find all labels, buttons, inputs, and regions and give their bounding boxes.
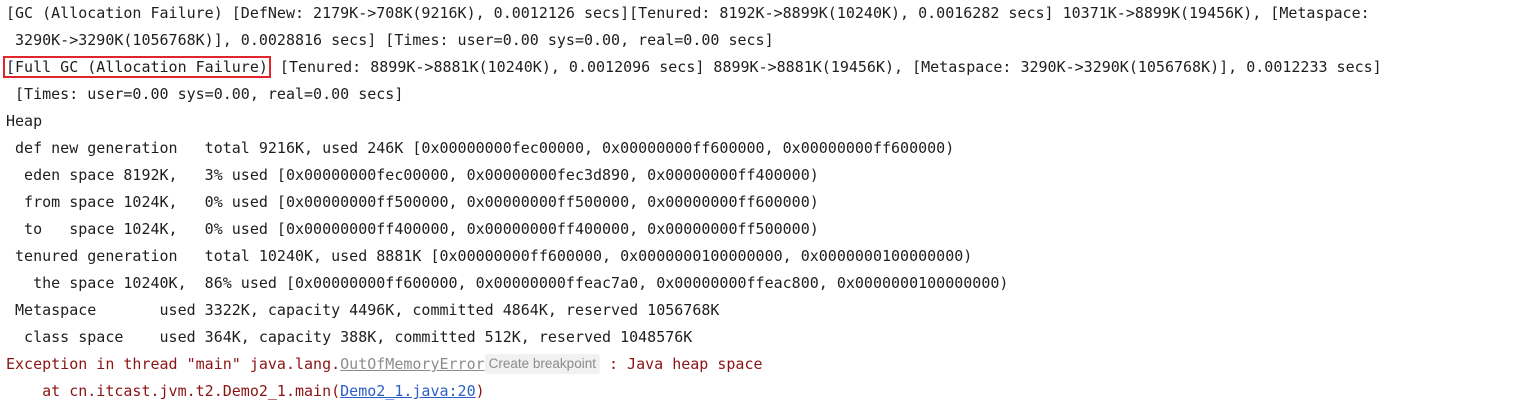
exception-prefix: Exception in thread "main" java.lang.	[6, 355, 341, 373]
source-file-link[interactable]: Demo2_1.java:20	[340, 382, 475, 400]
full-gc-log-line: [Full GC (Allocation Failure) [Tenured: …	[3, 54, 1537, 81]
tenured-space-line: the space 10240K, 86% used [0x00000000ff…	[6, 274, 1009, 292]
exception-suffix: : Java heap space	[599, 355, 763, 373]
stack-trace-prefix: at cn.itcast.jvm.t2.Demo2_1.main(	[6, 382, 341, 400]
stack-trace-suffix: )	[475, 382, 485, 400]
eden-space-line: eden space 8192K, 3% used [0x00000000fec…	[6, 166, 819, 184]
tenured-generation-line: tenured generation total 10240K, used 88…	[6, 247, 973, 265]
from-space-line: from space 1024K, 0% used [0x00000000ff5…	[6, 193, 819, 211]
console-output: [GC (Allocation Failure) [DefNew: 2179K-…	[3, 0, 1537, 405]
stack-trace-line: at cn.itcast.jvm.t2.Demo2_1.main(Demo2_1…	[6, 378, 1537, 405]
exception-line: Exception in thread "main" java.lang.Out…	[6, 351, 1537, 378]
to-space-line: to space 1024K, 0% used [0x00000000ff400…	[6, 220, 819, 238]
create-breakpoint-button[interactable]: Create breakpoint	[484, 354, 600, 374]
metaspace-line: Metaspace used 3322K, capacity 4496K, co…	[6, 301, 720, 319]
full-gc-log-rest: [Tenured: 8899K->8881K(10240K), 0.001209…	[270, 58, 1382, 76]
class-space-line: class space used 364K, capacity 388K, co…	[6, 328, 693, 346]
gc-log-line-1: [GC (Allocation Failure) [DefNew: 2179K-…	[6, 4, 1370, 22]
times-line: [Times: user=0.00 sys=0.00, real=0.00 se…	[6, 85, 404, 103]
def-new-generation-line: def new generation total 9216K, used 246…	[6, 139, 955, 157]
full-gc-highlight: [Full GC (Allocation Failure)	[3, 56, 271, 78]
exception-class-link[interactable]: OutOfMemoryError	[340, 355, 485, 373]
heap-heading: Heap	[6, 112, 43, 130]
gc-log-line-2: 3290K->3290K(1056768K)], 0.0028816 secs]…	[6, 31, 774, 49]
